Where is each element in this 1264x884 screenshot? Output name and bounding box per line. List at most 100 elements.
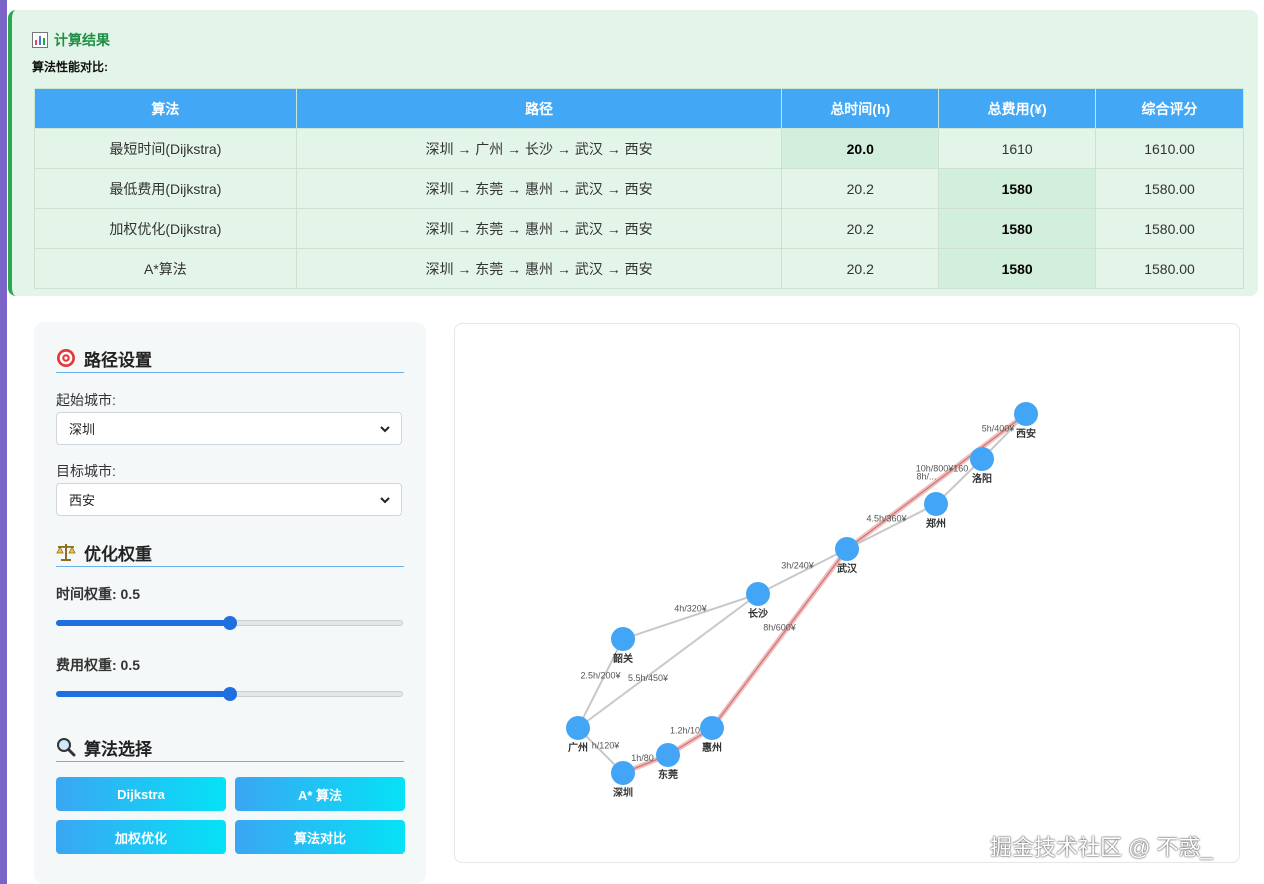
start-city-label: 起始城市: xyxy=(56,392,116,408)
table-row: A*算法 深圳 → 东莞 → 惠州 → 武汉 → 西安 20.2 1580 15… xyxy=(34,248,1244,289)
edge-label: 10h/800¥160 xyxy=(916,464,969,474)
edge-label: 4.5h/360¥ xyxy=(866,514,907,524)
city-node[interactable] xyxy=(1014,402,1038,426)
cell-path: 深圳 → 广州 → 长沙 → 武汉 → 西安 xyxy=(295,128,783,169)
slider-thumb[interactable] xyxy=(222,616,237,630)
edge-label: 3h/240¥ xyxy=(781,561,815,571)
city-label: 洛阳 xyxy=(972,472,992,485)
route-edge xyxy=(846,503,937,550)
edge-label: 4h/320¥ xyxy=(674,604,708,614)
route-settings-title: 路径设置 xyxy=(84,350,152,370)
route-edge xyxy=(622,593,759,640)
city-label: 惠州 xyxy=(702,741,722,754)
city-label: 西安 xyxy=(1016,427,1036,440)
target-city-value: 西安 xyxy=(69,493,96,508)
city-node[interactable] xyxy=(835,537,859,561)
start-city-select[interactable]: 深圳 xyxy=(56,412,402,445)
city-label: 深圳 xyxy=(613,786,633,799)
cell-score: 1580.00 xyxy=(1095,208,1244,249)
results-title-text: 计算结果 xyxy=(54,32,110,48)
col-header-total-time: 总时间(h) xyxy=(781,88,940,129)
city-node[interactable] xyxy=(924,492,948,516)
cell-algorithm: A*算法 xyxy=(34,248,297,289)
city-node[interactable] xyxy=(970,447,994,471)
left-accent-strip xyxy=(0,0,7,884)
cell-path: 深圳 → 东莞 → 惠州 → 武汉 → 西安 xyxy=(295,208,783,249)
cell-cost: 1610 xyxy=(938,128,1097,169)
target-city-select[interactable]: 西安 xyxy=(56,483,402,516)
col-header-total-cost: 总费用(¥) xyxy=(938,88,1097,129)
route-graph: 8h/...5h/400¥10h/800¥1604.5h/360¥3h/240¥… xyxy=(566,402,1038,799)
bar-chart-icon xyxy=(32,32,48,48)
city-node[interactable] xyxy=(746,582,770,606)
route-edge xyxy=(577,638,624,729)
edge-label: 5.5h/450¥ xyxy=(628,673,669,683)
start-city-value: 深圳 xyxy=(69,422,96,437)
cell-algorithm: 最低费用(Dijkstra) xyxy=(34,168,297,209)
city-node[interactable] xyxy=(566,716,590,740)
table-row: 最低费用(Dijkstra) 深圳 → 东莞 → 惠州 → 武汉 → 西安 20… xyxy=(34,168,1244,209)
chevron-down-icon xyxy=(380,496,390,503)
col-header-algorithm: 算法 xyxy=(34,88,297,129)
edge-label: 5h/400¥ xyxy=(982,424,1016,434)
results-panel: 计算结果 算法性能对比: 算法 路径 总时间(h) 总费用(¥) 综合评分 最短… xyxy=(8,10,1258,296)
settings-panel: 路径设置 起始城市: 深圳 目标城市: 西安 优化权重 时间权重: 0.5 费用… xyxy=(34,322,426,884)
dijkstra-button[interactable]: Dijkstra xyxy=(56,777,226,811)
target-city-label: 目标城市: xyxy=(56,463,116,479)
watermark: 掘金技术社区 @ 不惑_ xyxy=(990,835,1213,860)
table-row: 最短时间(Dijkstra) 深圳 → 广州 → 长沙 → 武汉 → 西安 20… xyxy=(34,128,1244,169)
cost-weight-slider[interactable] xyxy=(56,687,403,701)
weighted-optimize-button[interactable]: 加权优化 xyxy=(56,820,226,854)
cell-score: 1580.00 xyxy=(1095,168,1244,209)
time-weight-slider[interactable] xyxy=(56,616,403,630)
cell-algorithm: 加权优化(Dijkstra) xyxy=(34,208,297,249)
city-label: 长沙 xyxy=(748,607,768,620)
cell-path: 深圳 → 东莞 → 惠州 → 武汉 → 西安 xyxy=(295,168,783,209)
city-label: 武汉 xyxy=(837,562,858,575)
cell-cost: 1580 xyxy=(938,168,1097,209)
astar-button[interactable]: A* 算法 xyxy=(235,777,405,811)
city-node[interactable] xyxy=(611,761,635,785)
city-node[interactable] xyxy=(611,627,635,651)
city-node[interactable] xyxy=(700,716,724,740)
compare-algorithms-button[interactable]: 算法对比 xyxy=(235,820,405,854)
edge-label: 8h/600¥ xyxy=(763,623,797,633)
city-label: 韶关 xyxy=(613,652,633,665)
city-label: 东莞 xyxy=(658,768,678,781)
cell-algorithm: 最短时间(Dijkstra) xyxy=(34,128,297,169)
edge-label: h/120¥ xyxy=(592,741,621,751)
col-header-score: 综合评分 xyxy=(1095,88,1244,129)
algorithm-heading: 算法选择 xyxy=(56,733,404,762)
edge-label: 1.2h/10 xyxy=(670,726,700,736)
weight-heading: 优化权重 xyxy=(56,538,404,567)
table-row: 加权优化(Dijkstra) 深圳 → 东莞 → 惠州 → 武汉 → 西安 20… xyxy=(34,208,1244,249)
col-header-path: 路径 xyxy=(295,88,783,129)
cell-cost: 1580 xyxy=(938,248,1097,289)
cost-weight-label: 费用权重: 0.5 xyxy=(56,657,141,673)
comparison-subtitle: 算法性能对比: xyxy=(32,60,108,74)
route-graph-panel: 8h/... 5h/400¥ 10h/800¥160 4.5h/360¥ 3h/240¥… xyxy=(454,323,1240,863)
chevron-down-icon xyxy=(380,425,390,432)
cell-score: 1610.00 xyxy=(1095,128,1244,169)
cell-time: 20.2 xyxy=(781,248,940,289)
table-header-row: 算法 路径 总时间(h) 总费用(¥) 综合评分 xyxy=(34,88,1244,129)
edge-label: 2.5h/200¥ xyxy=(580,671,621,681)
cell-time: 20.0 xyxy=(781,128,940,169)
city-label: 郑州 xyxy=(926,517,946,530)
comparison-table: 算法 路径 总时间(h) 总费用(¥) 综合评分 最短时间(Dijkstra) … xyxy=(34,88,1244,289)
results-title: 计算结果 xyxy=(32,30,110,50)
target-icon xyxy=(57,349,75,367)
edge-label: 1h/80 xyxy=(631,753,654,763)
slider-thumb[interactable] xyxy=(222,687,237,701)
city-label: 广州 xyxy=(568,741,588,754)
time-weight-label: 时间权重: 0.5 xyxy=(56,586,141,602)
algorithm-title: 算法选择 xyxy=(84,739,152,759)
route-edge xyxy=(711,548,848,729)
city-node[interactable] xyxy=(656,743,680,767)
route-edge xyxy=(577,593,759,729)
weight-title: 优化权重 xyxy=(84,544,152,564)
route-settings-heading: 路径设置 xyxy=(56,344,404,373)
cell-score: 1580.00 xyxy=(1095,248,1244,289)
cell-cost: 1580 xyxy=(938,208,1097,249)
cell-time: 20.2 xyxy=(781,208,940,249)
